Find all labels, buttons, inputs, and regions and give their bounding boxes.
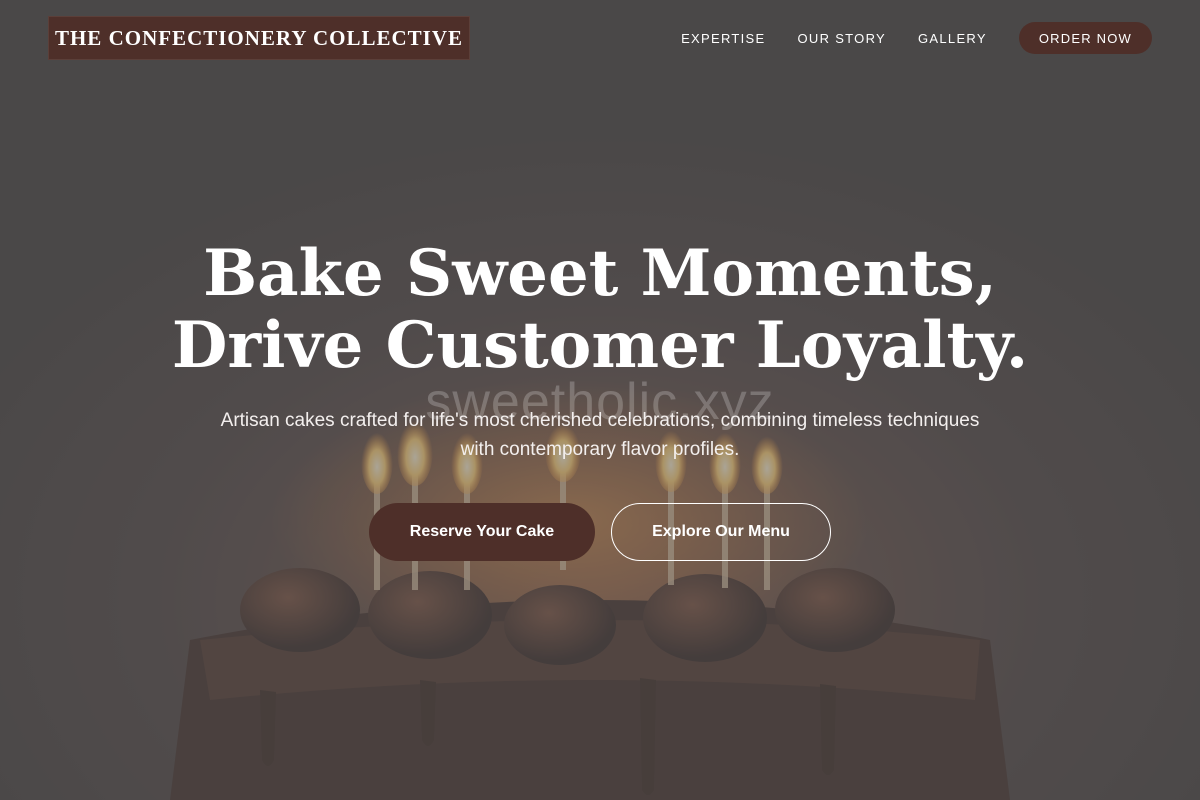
nav-link-our-story[interactable]: OUR STORY — [798, 31, 887, 46]
hero-subtitle-line-2: with contemporary flavor profiles. — [460, 439, 740, 460]
hero-headline: Bake Sweet Moments, Drive Customer Loyal… — [100, 238, 1100, 382]
order-now-button[interactable]: ORDER NOW — [1018, 22, 1152, 54]
reserve-cake-button[interactable]: Reserve Your Cake — [369, 503, 595, 561]
explore-menu-button[interactable]: Explore Our Menu — [611, 503, 831, 561]
brand-logo[interactable]: THE CONFECTIONERY COLLECTIVE — [48, 16, 470, 60]
hero-subtitle-line-1: Artisan cakes crafted for life's most ch… — [220, 410, 980, 431]
hero-headline-line-2: Drive Customer Loyalty. — [171, 308, 1029, 383]
hero-subtitle: Artisan cakes crafted for life's most ch… — [170, 406, 1030, 464]
main-nav: EXPERTISE OUR STORY GALLERY ORDER NOW — [681, 22, 1152, 54]
hero-headline-line-1: Bake Sweet Moments, — [203, 236, 997, 311]
nav-link-expertise[interactable]: EXPERTISE — [681, 31, 765, 46]
nav-link-gallery[interactable]: GALLERY — [918, 31, 987, 46]
